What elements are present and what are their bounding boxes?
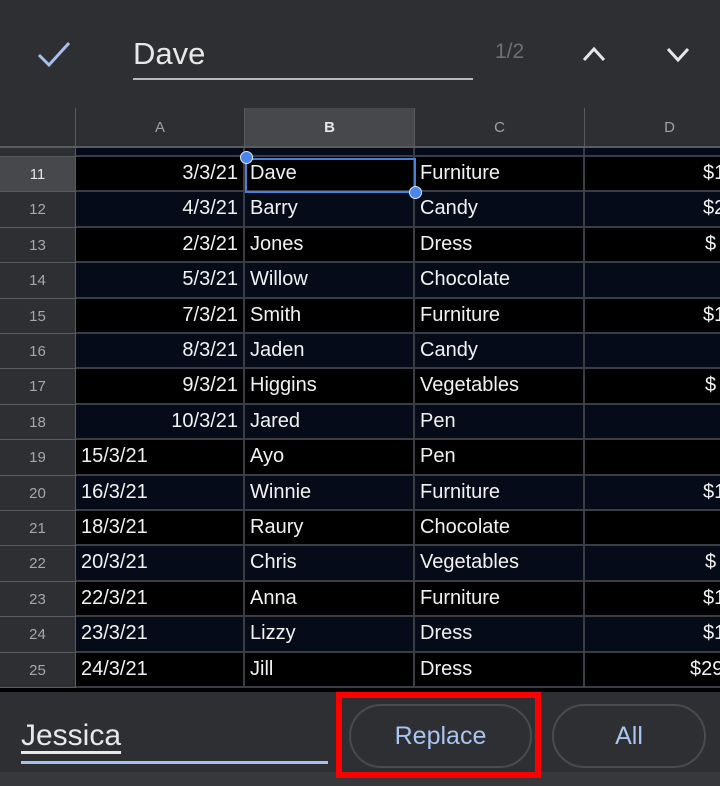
cell-c20[interactable]: Furniture: [415, 475, 585, 511]
row-header[interactable]: 15: [0, 298, 76, 334]
cell-d17[interactable]: $: [585, 369, 720, 405]
check-icon[interactable]: [36, 36, 72, 72]
chevron-up-icon[interactable]: [576, 36, 612, 72]
cell-partial[interactable]: [245, 148, 415, 157]
cell-c11[interactable]: Furniture: [415, 157, 585, 193]
selected-cell-outline: [245, 158, 416, 193]
find-input[interactable]: Dave: [133, 30, 473, 80]
cell-a11[interactable]: 3/3/21: [76, 157, 245, 193]
column-header-a[interactable]: A: [76, 108, 245, 148]
cell-a14[interactable]: 5/3/21: [76, 263, 245, 299]
cell-d18[interactable]: [585, 404, 720, 441]
cell-c18[interactable]: Pen: [415, 404, 585, 441]
cell-a16[interactable]: 8/3/21: [76, 334, 245, 370]
cell-d23[interactable]: $1: [585, 581, 720, 618]
cell-b25[interactable]: Jill: [245, 652, 415, 688]
row-header[interactable]: 19: [0, 440, 76, 476]
chevron-down-icon[interactable]: [660, 36, 696, 72]
cell-c12[interactable]: Candy: [415, 192, 585, 228]
replace-all-button[interactable]: All: [552, 704, 706, 768]
row-header-partial[interactable]: [0, 148, 76, 157]
row-header[interactable]: 11: [0, 157, 76, 193]
column-header-d[interactable]: D: [585, 108, 720, 148]
cell-b15[interactable]: Smith: [245, 298, 415, 334]
cell-a18[interactable]: 10/3/21: [76, 404, 245, 441]
match-counter: 1/2: [495, 40, 525, 63]
cell-c16[interactable]: Candy: [415, 334, 585, 370]
cell-b21[interactable]: Raury: [245, 511, 415, 547]
column-header-c[interactable]: C: [415, 108, 585, 148]
cell-b20[interactable]: Winnie: [245, 475, 415, 511]
cell-b18[interactable]: Jared: [245, 404, 415, 441]
cell-a21[interactable]: 18/3/21: [76, 511, 245, 547]
row-header[interactable]: 25: [0, 652, 76, 688]
cell-d16[interactable]: [585, 334, 720, 370]
select-all-corner[interactable]: [0, 108, 76, 148]
cell-a25[interactable]: 24/3/21: [76, 652, 245, 688]
cell-a22[interactable]: 20/3/21: [76, 546, 245, 582]
cell-d25[interactable]: $29: [585, 652, 720, 688]
row-header[interactable]: 13: [0, 227, 76, 264]
cell-a15[interactable]: 7/3/21: [76, 298, 245, 334]
cell-c13[interactable]: Dress: [415, 227, 585, 264]
cell-partial[interactable]: [76, 148, 245, 157]
cell-d24[interactable]: $1: [585, 617, 720, 653]
cell-c17[interactable]: Vegetables: [415, 369, 585, 405]
cell-c22[interactable]: Vegetables: [415, 546, 585, 582]
row-header[interactable]: 16: [0, 334, 76, 370]
row-header[interactable]: 17: [0, 369, 76, 405]
cell-a24[interactable]: 23/3/21: [76, 617, 245, 653]
row-header[interactable]: 23: [0, 581, 76, 618]
cell-d19[interactable]: [585, 440, 720, 476]
cell-b17[interactable]: Higgins: [245, 369, 415, 405]
spreadsheet-grid[interactable]: ABCD113/3/21DaveFurniture$1124/3/21Barry…: [0, 108, 720, 692]
cell-a23[interactable]: 22/3/21: [76, 581, 245, 618]
cell-a17[interactable]: 9/3/21: [76, 369, 245, 405]
cell-c23[interactable]: Furniture: [415, 581, 585, 618]
find-bar: Dave 1/2: [0, 0, 720, 108]
find-input-value: Dave: [133, 36, 206, 71]
cell-b19[interactable]: Ayo: [245, 440, 415, 476]
cell-c25[interactable]: Dress: [415, 652, 585, 688]
row-header[interactable]: 14: [0, 263, 76, 299]
cell-a19[interactable]: 15/3/21: [76, 440, 245, 476]
cell-b12[interactable]: Barry: [245, 192, 415, 228]
cell-d22[interactable]: $: [585, 546, 720, 582]
cell-d21[interactable]: [585, 511, 720, 547]
cell-c24[interactable]: Dress: [415, 617, 585, 653]
cell-c15[interactable]: Furniture: [415, 298, 585, 334]
cell-b16[interactable]: Jaden: [245, 334, 415, 370]
row-header[interactable]: 12: [0, 192, 76, 228]
cell-d15[interactable]: $1: [585, 298, 720, 334]
cell-c14[interactable]: Chocolate: [415, 263, 585, 299]
cell-d13[interactable]: $: [585, 227, 720, 264]
cell-partial[interactable]: [585, 148, 720, 157]
cell-b13[interactable]: Jones: [245, 227, 415, 264]
cell-d14[interactable]: [585, 263, 720, 299]
selection-handle-bottom[interactable]: [409, 186, 422, 199]
column-header-b[interactable]: B: [245, 108, 415, 148]
cell-b22[interactable]: Chris: [245, 546, 415, 582]
row-header[interactable]: 24: [0, 617, 76, 653]
row-header[interactable]: 20: [0, 475, 76, 511]
row-header[interactable]: 18: [0, 404, 76, 441]
cell-b14[interactable]: Willow: [245, 263, 415, 299]
cell-b23[interactable]: Anna: [245, 581, 415, 618]
cell-c21[interactable]: Chocolate: [415, 511, 585, 547]
replace-input[interactable]: Jessica: [21, 714, 328, 764]
highlight-box: [336, 692, 541, 778]
cell-b24[interactable]: Lizzy: [245, 617, 415, 653]
row-header[interactable]: 21: [0, 511, 76, 547]
selection-handle-top[interactable]: [240, 151, 253, 164]
cell-d12[interactable]: $2: [585, 192, 720, 228]
cell-c19[interactable]: Pen: [415, 440, 585, 476]
cell-d11[interactable]: $1: [585, 157, 720, 193]
row-header[interactable]: 22: [0, 546, 76, 582]
cell-a20[interactable]: 16/3/21: [76, 475, 245, 511]
cell-a12[interactable]: 4/3/21: [76, 192, 245, 228]
replace-input-value: Jessica: [21, 719, 122, 752]
cell-partial[interactable]: [415, 148, 585, 157]
cell-a13[interactable]: 2/3/21: [76, 227, 245, 264]
cell-d20[interactable]: $1: [585, 475, 720, 511]
